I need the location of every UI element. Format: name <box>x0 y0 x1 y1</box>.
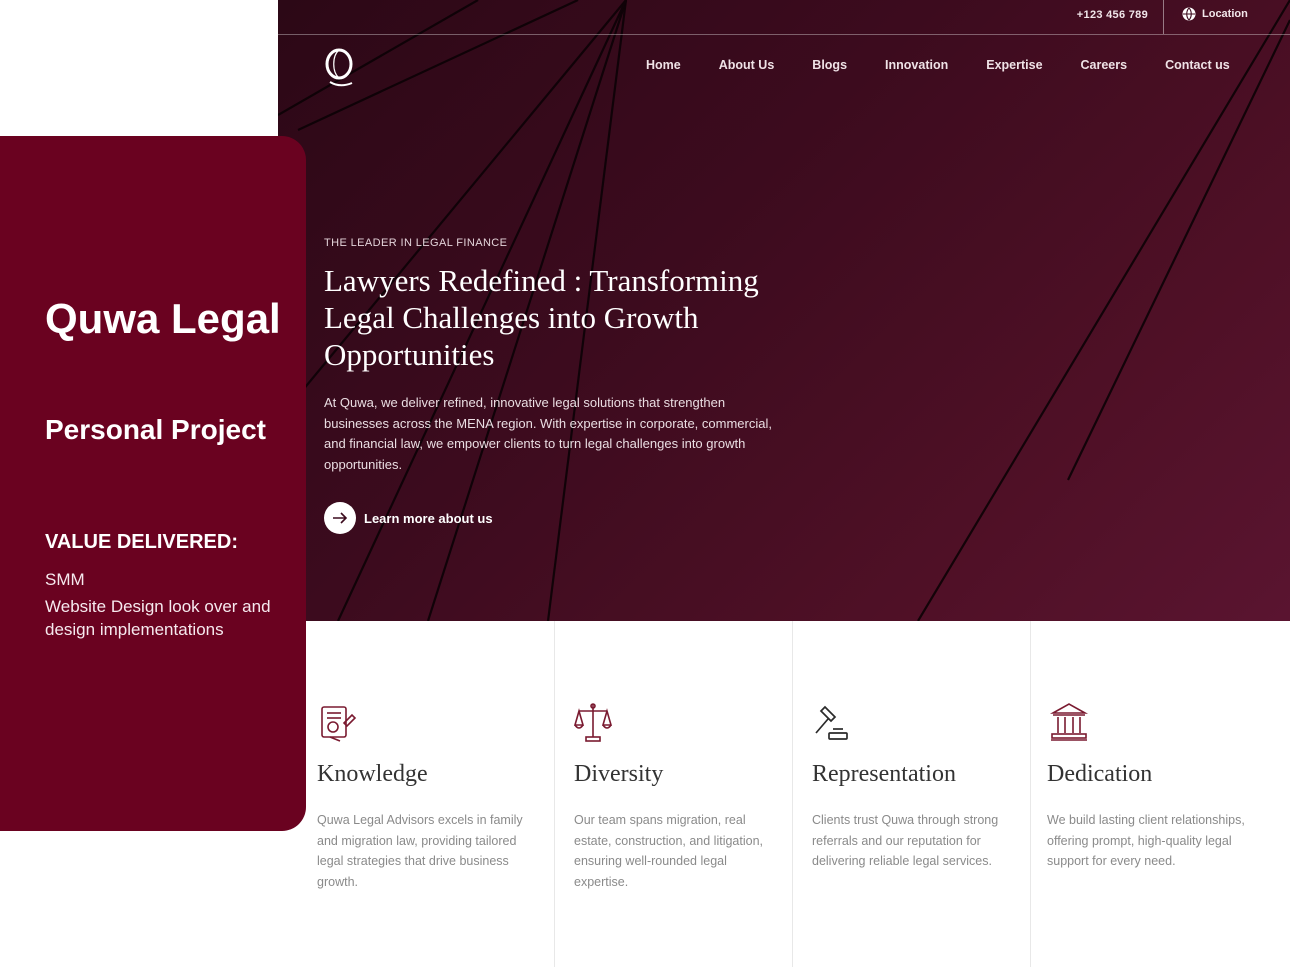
learn-more-label: Learn more about us <box>364 510 493 526</box>
feature-title: Representation <box>812 761 956 787</box>
nav-innovation[interactable]: Innovation <box>885 58 948 72</box>
location-link[interactable]: Location <box>1182 7 1248 21</box>
nav-blogs[interactable]: Blogs <box>812 58 847 72</box>
value-list: SMM Website Design look over and design … <box>45 568 275 641</box>
feature-description: Quwa Legal Advisors excels in family and… <box>317 813 523 889</box>
nav-contact-us[interactable]: Contact us <box>1165 58 1230 72</box>
gavel-icon <box>815 705 848 740</box>
cta-circle <box>324 502 356 534</box>
hero-eyebrow: THE LEADER IN LEGAL FINANCE <box>324 237 508 249</box>
nav-expertise[interactable]: Expertise <box>986 58 1042 72</box>
courthouse-icon <box>1049 703 1089 741</box>
feature-description: We build lasting client relationships, o… <box>1047 813 1245 868</box>
globe-icon <box>1182 7 1196 21</box>
feature-card-knowledge: Knowledge Quwa Legal Advisors excels in … <box>306 621 554 967</box>
hero-section: +123 456 789 Location Home About Us Blog… <box>278 0 1290 621</box>
nav-careers[interactable]: Careers <box>1081 58 1128 72</box>
phone-number[interactable]: +123 456 789 <box>1077 9 1148 21</box>
value-heading: VALUE DELIVERED: <box>45 531 238 553</box>
hero-title: Lawyers Redefined : Transforming Legal C… <box>324 263 759 372</box>
value-item: Website Design look over and design impl… <box>45 597 271 639</box>
feature-description: Clients trust Quwa through strong referr… <box>812 813 999 868</box>
quwa-logo-icon[interactable] <box>322 46 358 88</box>
arrow-right-icon <box>333 512 348 524</box>
value-item: SMM <box>45 570 85 589</box>
location-label: Location <box>1202 8 1248 20</box>
feature-card-diversity: Diversity Our team spans migration, real… <box>554 621 793 967</box>
feature-title: Dedication <box>1047 761 1153 787</box>
document-icon <box>321 706 357 742</box>
project-subtitle: Personal Project <box>45 414 266 445</box>
project-title: Quwa Legal <box>45 295 281 342</box>
project-panel: Quwa Legal Personal Project VALUE DELIVE… <box>0 136 306 831</box>
feature-title: Knowledge <box>317 761 428 787</box>
feature-card-representation: Representation Clients trust Quwa throug… <box>792 621 1031 967</box>
nav-home[interactable]: Home <box>646 58 681 72</box>
feature-description: Our team spans migration, real estate, c… <box>574 813 764 889</box>
feature-card-dedication: Dedication We build lasting client relat… <box>1030 621 1290 967</box>
learn-more-button[interactable]: Learn more about us <box>324 502 493 534</box>
scales-icon <box>573 703 613 742</box>
topbar-divider <box>1163 0 1164 34</box>
top-bar: +123 456 789 Location <box>278 0 1290 35</box>
main-nav: Home About Us Blogs Innovation Expertise… <box>646 58 1230 72</box>
features-section: Knowledge Quwa Legal Advisors excels in … <box>306 621 1290 967</box>
hero-description: At Quwa, we deliver refined, innovative … <box>324 395 772 472</box>
nav-about-us[interactable]: About Us <box>719 58 775 72</box>
feature-title: Diversity <box>574 761 664 787</box>
